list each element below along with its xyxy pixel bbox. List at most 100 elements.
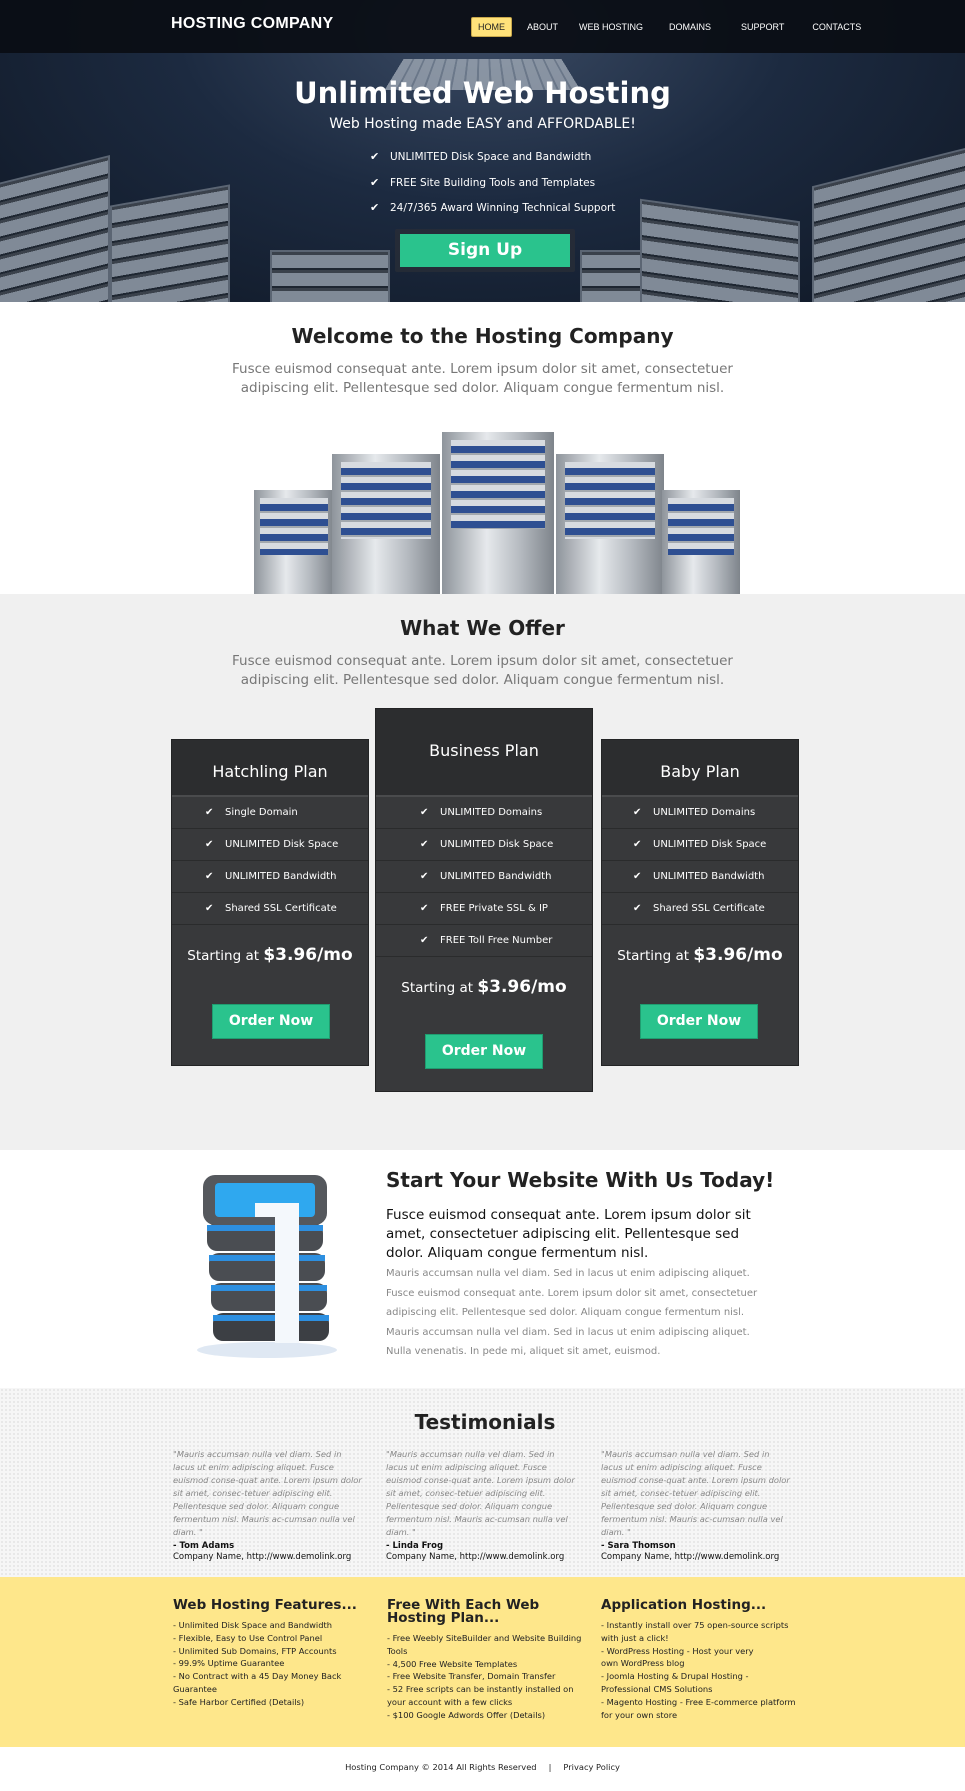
check-icon: ✔ [205,839,214,850]
start-title: Start Your Website With Us Today! [386,1168,775,1192]
feature-item: - WordPress Hosting - Host your very own… [601,1645,754,1669]
plan-feature: ✔ Single Domain [172,797,368,829]
start-body-text: Mauris accumsan nulla vel diam. Sed in l… [386,1268,758,1357]
footer: Hosting Company © 2014 All Rights Reserv… [0,1762,965,1772]
server-rack-graphic [110,184,230,302]
features-column: Free With Each Web Hosting Plan... - Fre… [387,1598,597,1722]
check-icon: ✔ [205,903,214,914]
server-tower-graphic [254,490,334,594]
feature-item: - Magento Hosting - Free E-commerce plat… [601,1696,796,1720]
feature-item: - Unlimited Sub Domains, FTP Accounts [173,1645,337,1656]
check-icon: ✔ [420,839,429,850]
hero-feature-text: UNLIMITED Disk Space and Bandwidth [390,150,592,163]
nav-web-hosting[interactable]: WEB HOSTING [573,18,649,36]
testimonial-quote: "Mauris accumsan nulla vel diam. Sed in … [173,1449,362,1537]
server-rack-graphic [640,198,800,302]
order-now-button[interactable]: Order Now [212,1004,330,1039]
features-band: Web Hosting Features... - Unlimited Disk… [0,1577,965,1747]
plan-feature: ✔ UNLIMITED Domains [602,797,798,829]
plan-feature: ✔ UNLIMITED Disk Space [172,829,368,861]
server-rack-graphic [270,250,390,302]
plan-feature-text: FREE Toll Free Number [440,935,553,946]
check-icon: ✔ [205,871,214,882]
footer-separator: | [548,1762,552,1772]
feature-item: - Free Website Transfer, Domain Transfer [387,1671,556,1682]
hero-feature: ✔ FREE Site Building Tools and Templates [370,176,595,189]
feature-item: - Free Weebly SiteBuilder and Website Bu… [387,1633,582,1656]
hero-feature-text: 24/7/365 Award Winning Technical Support [390,201,616,214]
nav-about[interactable]: ABOUT [521,18,564,36]
plan-card-hatchling: Hatchling Plan ✔ Single Domain ✔ UNLIMITED… [171,739,369,1066]
order-now-button[interactable]: Order Now [425,1034,543,1069]
plan-card-baby: Baby Plan ✔ UNLIMITED Domains ✔ UNLIMITED … [601,739,799,1066]
plan-feature-text: UNLIMITED Bandwidth [225,871,337,882]
testimonials-title: Testimonials [414,1410,556,1434]
plan-feature: ✔ FREE Toll Free Number [376,925,592,957]
testimonial: "Mauris accumsan nulla vel diam. Sed in … [601,1448,791,1562]
plan-feature-text: UNLIMITED Bandwidth [440,871,552,882]
site-logo[interactable]: HOSTING COMPANY [171,15,333,33]
check-icon: ✔ [420,935,429,946]
plan-feature: ✔ UNLIMITED Disk Space [602,829,798,861]
plan-feature-text: Shared SSL Certificate [653,903,765,914]
testimonial-company: Company Name, http://www.demolink.org [601,1552,780,1562]
plan-feature: ✔ FREE Private SSL & IP [376,893,592,925]
plan-price: Starting at $3.96/mo [376,977,592,997]
plan-feature-text: Shared SSL Certificate [225,903,337,914]
offer-title: What We Offer [400,616,565,640]
feature-item: - Joomla Hosting & Drupal Hosting - Prof… [601,1671,749,1694]
plan-feature-text: UNLIMITED Domains [653,807,756,818]
start-lead-text: Fusce euismod consequat ante. Lorem ipsu… [386,1207,751,1261]
nav-support[interactable]: SUPPORT [735,18,790,36]
offer-section: What We Offer Fusce euismod consequat an… [0,594,965,1150]
order-now-button[interactable]: Order Now [640,1004,758,1039]
price-prefix: Starting at [617,948,690,964]
feature-item: - 4,500 Free Website Templates [387,1658,518,1669]
testimonial-company: Company Name, http://www.demolink.org [173,1552,352,1562]
testimonial-quote: "Mauris accumsan nulla vel diam. Sed in … [386,1449,575,1537]
check-icon: ✔ [420,807,429,818]
feature-item: - Instantly install over 75 open-source … [601,1620,789,1643]
check-icon: ✔ [633,903,642,914]
testimonial-author: - Tom Adams [173,1541,235,1551]
main-nav: HOME ABOUT WEB HOSTING DOMAINS SUPPORT C… [471,17,876,37]
nav-home[interactable]: HOME [471,17,512,37]
check-icon: ✔ [633,871,642,882]
plan-name: Business Plan [376,709,592,797]
feature-item[interactable]: - Safe Harbor Certified (Details) [173,1696,378,1709]
price-value: $3.96/mo [477,977,567,997]
feature-item: - No Contract with a 45 Day Money Back G… [173,1671,342,1694]
check-icon: ✔ [370,150,380,163]
testimonial-quote: "Mauris accumsan nulla vel diam. Sed in … [601,1449,790,1537]
plan-feature: ✔ Shared SSL Certificate [602,893,798,925]
testimonial-company: Company Name, http://www.demolink.org [386,1552,565,1562]
plan-feature-text: Single Domain [225,807,298,818]
plan-card-business: Business Plan ✔ UNLIMITED Domains ✔ UNLIMI… [375,708,593,1092]
plan-feature: ✔ UNLIMITED Domains [376,797,592,829]
welcome-text: Fusce euismod consequat ante. Lorem ipsu… [232,361,733,396]
servers-illustration [254,432,740,594]
feature-item[interactable]: - $100 Google Adwords Offer (Details) [387,1709,597,1722]
privacy-policy-link[interactable]: Privacy Policy [563,1762,620,1772]
nav-domains[interactable]: DOMAINS [663,18,717,36]
testimonial-author: - Sara Thomson [601,1541,676,1551]
feature-item: - 99.9% Uptime Guarantee [173,1658,285,1669]
plan-feature-text: UNLIMITED Disk Space [440,839,554,850]
hero-banner: HOSTING COMPANY HOME ABOUT WEB HOSTING D… [0,0,965,302]
nav-contacts[interactable]: CONTACTS [806,18,867,36]
check-icon: ✔ [633,839,642,850]
signup-button[interactable]: Sign Up [400,234,570,267]
server-rack-graphic [0,155,110,302]
testimonials-section: Testimonials "Mauris accumsan nulla vel … [0,1388,965,1577]
column-title: Application Hosting... [601,1597,767,1613]
plan-feature: ✔ UNLIMITED Bandwidth [376,861,592,893]
plan-price: Starting at $3.96/mo [172,945,368,965]
hero-feature-text: FREE Site Building Tools and Templates [390,176,596,189]
hero-title: Unlimited Web Hosting [294,76,671,110]
signup-button-frame: Sign Up [395,229,575,272]
server-tower-graphic [442,432,554,594]
hero-subtitle: Web Hosting made EASY and AFFORDABLE! [329,116,636,132]
price-value: $3.96/mo [263,945,353,965]
plan-name: Baby Plan [602,740,798,797]
plan-price: Starting at $3.96/mo [602,945,798,965]
